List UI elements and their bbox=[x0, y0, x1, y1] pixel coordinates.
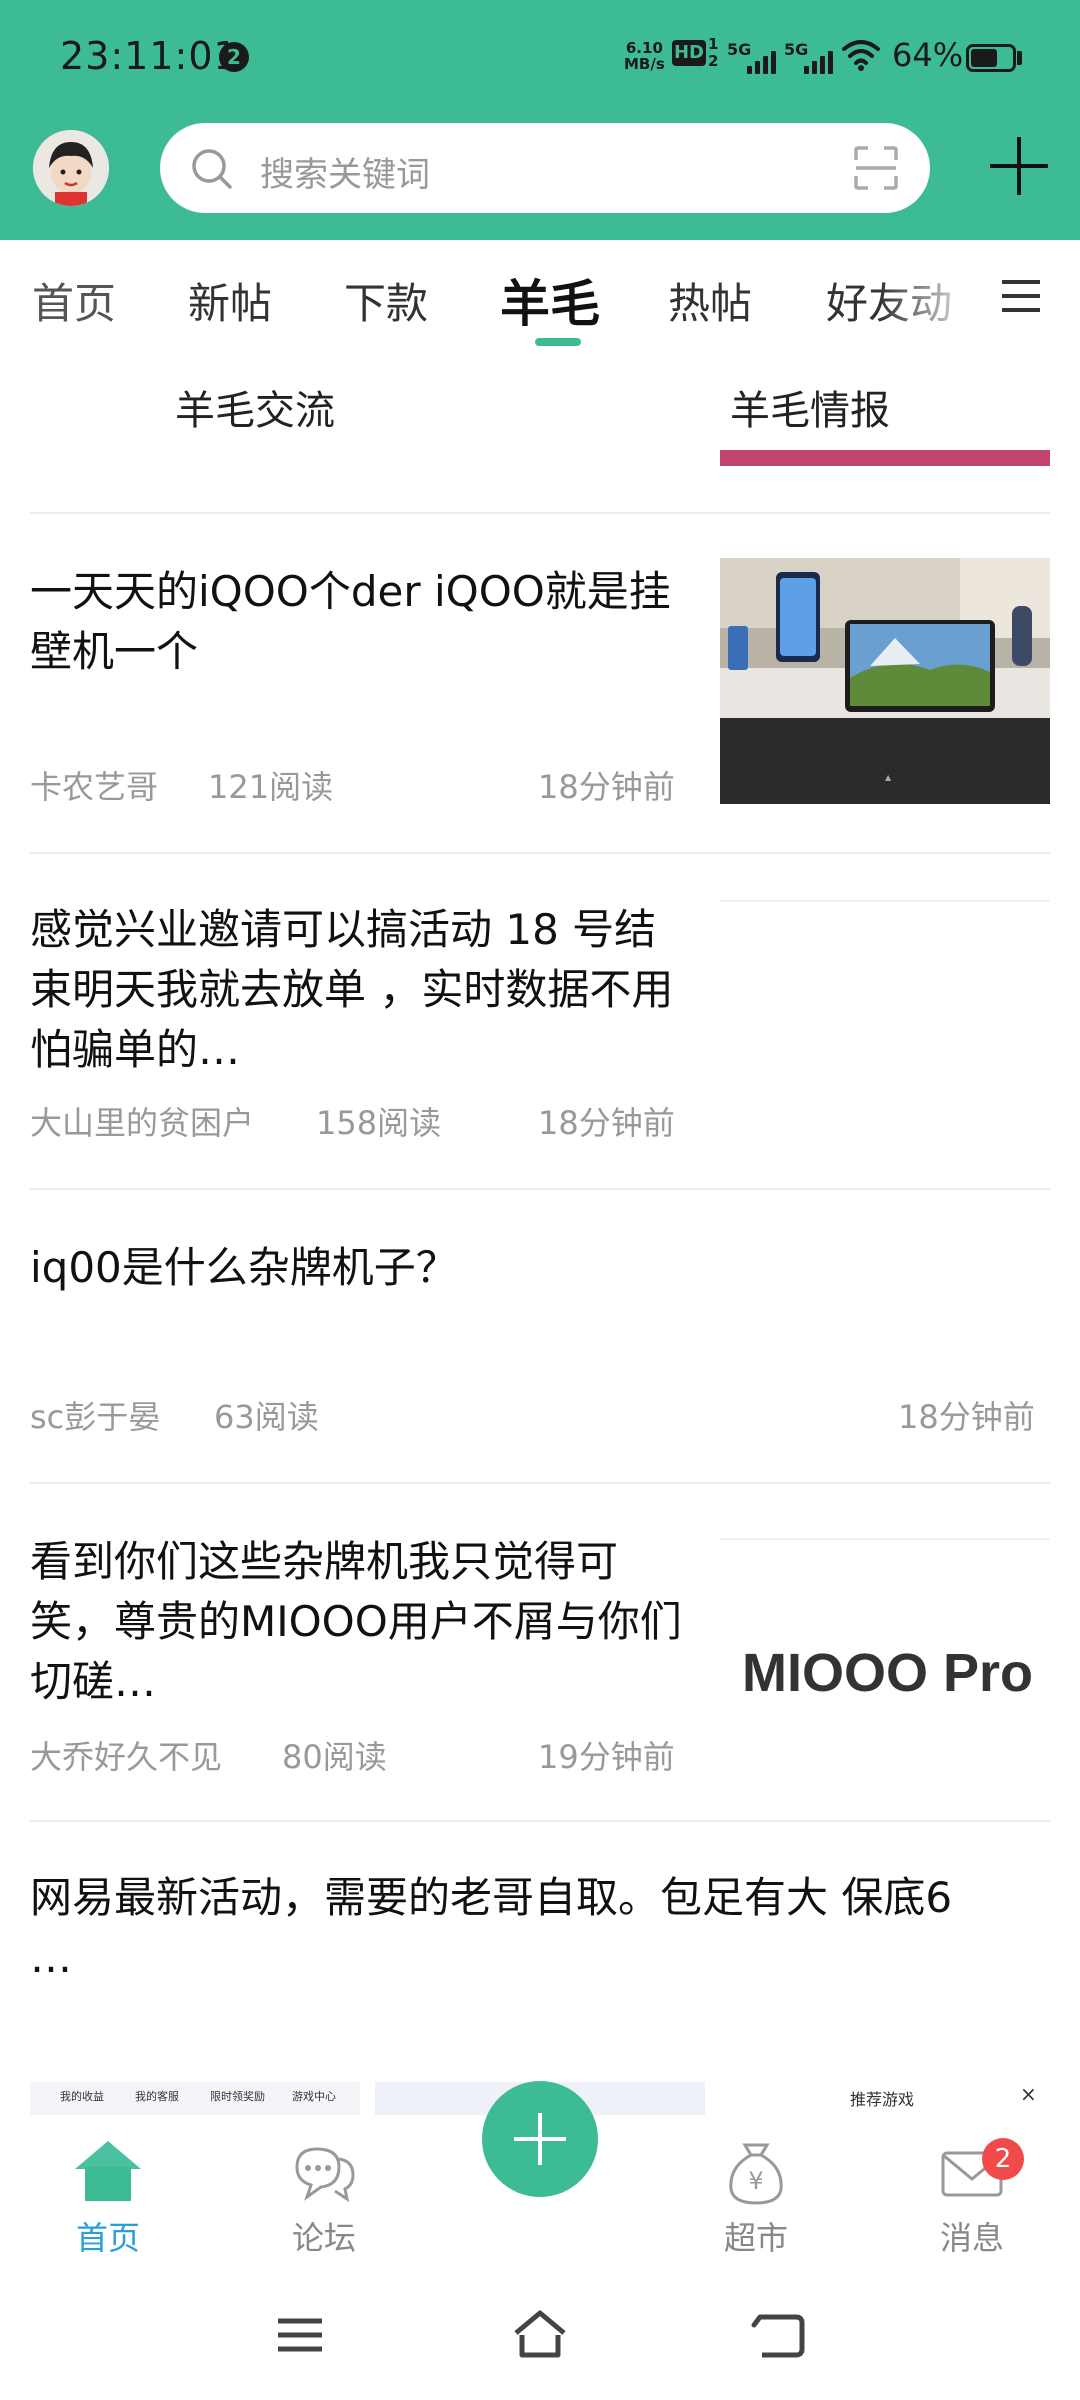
avatar-icon bbox=[33, 130, 109, 206]
post-author[interactable]: 卡农艺哥 bbox=[30, 762, 158, 808]
subtab-indicator bbox=[246, 98, 290, 106]
post-reads: 80阅读 bbox=[282, 1738, 387, 1776]
nav-messages-label: 消息 bbox=[939, 2219, 1004, 2257]
forum-icon bbox=[295, 2147, 355, 2203]
channel-tabs: 首页 新帖 下款 羊毛 热帖 好友动 bbox=[0, 240, 1080, 350]
system-nav-bar bbox=[0, 2275, 1080, 2400]
post-author[interactable]: 大山里的贫困户 bbox=[30, 1098, 254, 1144]
subtab-wool-intel[interactable]: 羊毛情报 bbox=[730, 378, 890, 436]
status-time: 23:11:01 bbox=[60, 34, 239, 78]
create-post-button[interactable] bbox=[482, 2081, 598, 2197]
subtab-wool-exchange[interactable]: 羊毛交流 bbox=[175, 378, 335, 436]
status-bar: 23:11:01 2 6.10 MB/s HD 1 2 5G 5G 64% bbox=[0, 0, 1080, 118]
search-icon bbox=[192, 149, 232, 189]
nav-forum[interactable]: 论坛 bbox=[234, 2115, 414, 2275]
post-title[interactable]: 看到你们这些杂牌机我只觉得可笑，尊贵的MIOOO用户不屑与你们切磋… bbox=[30, 1532, 690, 1712]
scan-icon[interactable] bbox=[852, 144, 900, 192]
nav-home[interactable]: 首页 bbox=[18, 2115, 198, 2275]
nav-home-label: 首页 bbox=[75, 2219, 140, 2257]
post-title[interactable]: 一天天的iQOO个der iQOO就是挂壁机一个 bbox=[30, 562, 690, 682]
post-image-strip-1[interactable]: 我的收益 我的客服 限时领奖励 游戏中心 bbox=[30, 2082, 360, 2115]
app-header: 23:11:01 2 6.10 MB/s HD 1 2 5G 5G 64% 搜索… bbox=[0, 0, 1080, 240]
nav-forum-label: 论坛 bbox=[291, 2219, 356, 2257]
post-reads: 158阅读 bbox=[316, 1104, 442, 1142]
search-bar[interactable]: 搜索关键词 bbox=[160, 123, 930, 213]
add-post-plus-icon[interactable] bbox=[988, 135, 1050, 197]
network-speed: 6.10 MB/s bbox=[624, 40, 665, 72]
wifi-icon bbox=[842, 40, 880, 71]
previous-post-thumbnail-edge bbox=[720, 450, 1050, 466]
signal-5g-2-label: 5G bbox=[784, 40, 809, 59]
post-thumbnail-image[interactable]: MIOOO Pro bbox=[720, 1538, 1050, 1784]
notification-count-badge: 2 bbox=[219, 42, 249, 72]
sub-tabs: 羊毛交流 羊毛情报 bbox=[0, 350, 1080, 450]
post-title[interactable]: 感觉兴业邀请可以搞活动 18 号结束明天我就去放单 ，实时数据不用怕骗单的… bbox=[30, 900, 690, 1080]
user-avatar[interactable] bbox=[33, 130, 109, 206]
svg-text:▲: ▲ bbox=[885, 773, 892, 782]
previous-post-remnant bbox=[30, 450, 690, 456]
post-feed: 一天天的iQOO个der iQOO就是挂壁机一个 卡农艺哥 121阅读 18分钟… bbox=[0, 450, 1080, 2115]
nav-messages[interactable]: 消息 bbox=[882, 2115, 1062, 2275]
network-speed-unit: MB/s bbox=[624, 55, 665, 73]
tab-wool[interactable]: 羊毛 bbox=[500, 264, 600, 336]
tab-home[interactable]: 首页 bbox=[32, 270, 116, 331]
money-bag-icon: ¥ bbox=[729, 2143, 783, 2205]
post-title-ellipsis: … bbox=[30, 1933, 72, 1982]
post-time: 18分钟前 bbox=[538, 1104, 675, 1142]
hd-sim-top: 1 bbox=[708, 35, 719, 53]
post-author[interactable]: 大乔好久不见 bbox=[30, 1732, 222, 1778]
battery-fill bbox=[971, 49, 997, 67]
thumbnail-text: MIOOO Pro bbox=[742, 1643, 1034, 1703]
nav-market-label: 超市 bbox=[723, 2219, 788, 2257]
post-thumbnail-image[interactable]: ▲ bbox=[720, 558, 1050, 804]
signal-5g-2-icon: 5G bbox=[784, 40, 836, 74]
signal-5g-1-icon: 5G bbox=[727, 40, 779, 74]
tab-new-posts[interactable]: 新帖 bbox=[188, 270, 272, 331]
plus-icon bbox=[514, 2113, 566, 2165]
back-icon[interactable] bbox=[750, 2305, 810, 2365]
home-icon bbox=[75, 2141, 141, 2201]
network-speed-value: 6.10 bbox=[625, 39, 663, 57]
search-input[interactable]: 搜索关键词 bbox=[260, 147, 430, 196]
post-author[interactable]: sc彭于晏 bbox=[30, 1392, 160, 1438]
messages-badge: 2 bbox=[982, 2138, 1024, 2180]
nav-market[interactable]: ¥ 超市 bbox=[666, 2115, 846, 2275]
post-title[interactable]: iq00是什么杂牌机子？ bbox=[30, 1238, 1050, 1298]
tab-loans[interactable]: 下款 bbox=[344, 270, 428, 331]
battery-percent: 64% bbox=[892, 36, 964, 74]
recent-apps-icon[interactable] bbox=[270, 2305, 330, 2365]
battery-icon bbox=[966, 44, 1016, 72]
post-time: 18分钟前 bbox=[538, 768, 675, 806]
post-reads: 121阅读 bbox=[208, 768, 334, 806]
hd-sim-bottom: 2 bbox=[708, 52, 719, 70]
post-time: 19分钟前 bbox=[538, 1738, 675, 1776]
tab-hot-posts[interactable]: 热帖 bbox=[668, 270, 752, 331]
post-image-strip-3[interactable]: 推荐游戏 × bbox=[720, 2082, 1050, 2115]
post-reads: 63阅读 bbox=[214, 1398, 319, 1436]
hd-voice-icon: HD bbox=[672, 40, 706, 66]
post-time: 18分钟前 bbox=[898, 1398, 1035, 1436]
menu-icon[interactable] bbox=[1000, 278, 1042, 314]
hd-sim-numbers: 1 2 bbox=[708, 36, 718, 70]
active-tab-indicator bbox=[535, 338, 581, 346]
post-title[interactable]: 网易最新活动，需要的老哥自取。包足有大 保底6 bbox=[30, 1868, 1030, 1928]
post-thumbnail-image[interactable] bbox=[720, 900, 1050, 1142]
home-system-icon[interactable] bbox=[510, 2305, 570, 2365]
signal-5g-1-label: 5G bbox=[727, 40, 752, 59]
svg-text:¥: ¥ bbox=[748, 2167, 763, 2195]
